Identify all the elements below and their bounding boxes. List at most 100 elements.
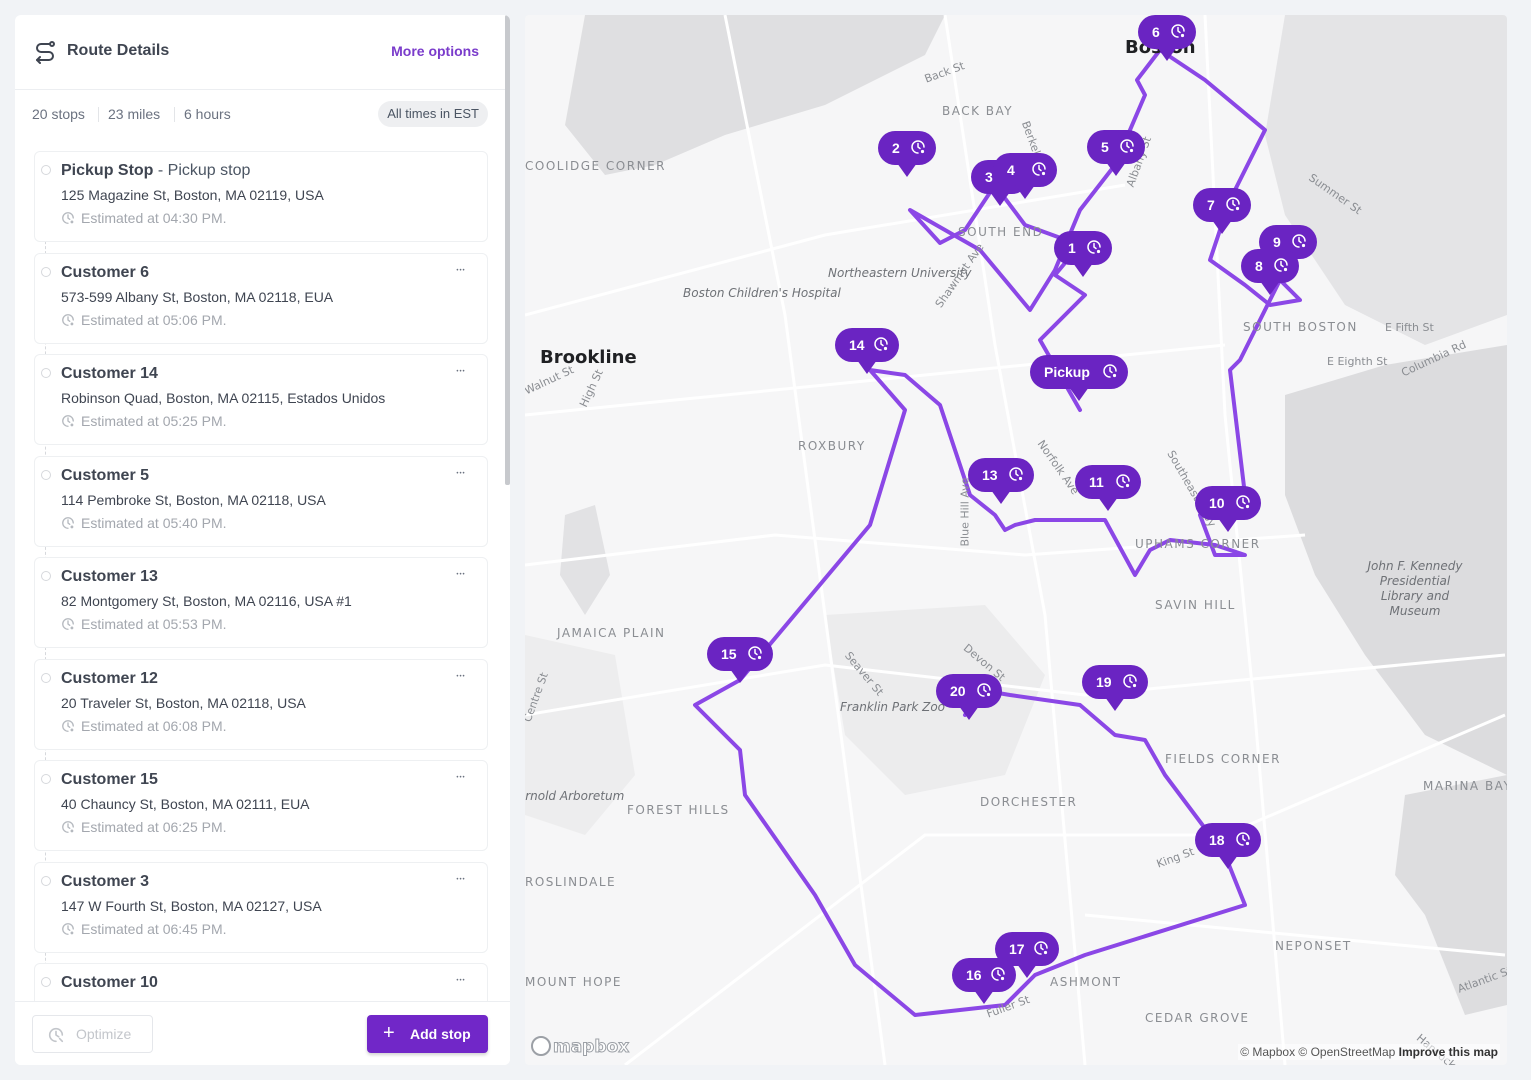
- stop-address: 114 Pembroke St, Boston, MA 02118, USA: [61, 492, 326, 508]
- stop-menu-button[interactable]: •••: [451, 873, 471, 889]
- stop-card[interactable]: Customer 10 •••: [34, 963, 488, 1003]
- panel-scrollbar[interactable]: [505, 15, 510, 485]
- duration: 6 hours: [184, 106, 231, 122]
- mapbox-logo[interactable]: mapbox: [531, 1036, 630, 1058]
- add-stop-button[interactable]: + Add stop: [367, 1015, 488, 1053]
- stop-marker[interactable]: 20: [936, 674, 1002, 720]
- marker-label: 20: [950, 683, 966, 699]
- stop-name: Customer 12: [61, 670, 158, 687]
- stop-marker[interactable]: 16: [952, 958, 1016, 1004]
- panel-footer: Optimize + Add stop: [15, 1001, 510, 1065]
- stop-menu-button[interactable]: •••: [451, 467, 471, 483]
- street-label: Blue Hill Ave: [958, 477, 972, 547]
- timezone-badge: All times in EST: [378, 101, 488, 127]
- marker-label: 8: [1255, 258, 1263, 274]
- clock-icon: [1115, 473, 1131, 489]
- clock-icon: [1086, 239, 1102, 255]
- stop-card[interactable]: Customer 12 20 Traveler St, Boston, MA 02…: [34, 659, 488, 750]
- stop-marker[interactable]: 4: [993, 153, 1057, 199]
- stop-eta: Estimated at 06:45 PM.: [61, 921, 227, 937]
- stop-name: Customer 14: [61, 365, 158, 382]
- stop-card[interactable]: Pickup Stop - Pickup stop 125 Magazine St…: [34, 151, 488, 242]
- stop-card[interactable]: Customer 6 573-599 Albany St, Boston, MA …: [34, 253, 488, 344]
- add-stop-label: Add stop: [410, 1026, 471, 1042]
- neighborhood-label: FIELDS CORNER: [1165, 752, 1281, 766]
- marker-label: 10: [1209, 495, 1225, 511]
- stop-marker[interactable]: 14: [835, 328, 899, 374]
- stop-card[interactable]: Customer 3 147 W Fourth St, Boston, MA 02…: [34, 862, 488, 953]
- route-map[interactable]: BostonBrooklineBACK BAYSOUTH ENDCOOLIDGE…: [525, 15, 1507, 1065]
- optimize-button[interactable]: Optimize: [32, 1015, 153, 1053]
- stop-marker[interactable]: 1: [1054, 231, 1112, 277]
- stop-menu-button[interactable]: •••: [451, 264, 471, 280]
- stop-marker[interactable]: 8: [1241, 249, 1299, 295]
- mapbox-logo-icon: [531, 1036, 551, 1056]
- clock-icon: [873, 336, 889, 352]
- stop-menu-button[interactable]: •••: [451, 974, 471, 990]
- clock-icon: [1235, 831, 1251, 847]
- route-icon: [36, 41, 55, 64]
- stop-marker[interactable]: 2: [878, 131, 936, 177]
- stop-card[interactable]: Customer 5 114 Pembroke St, Boston, MA 02…: [34, 456, 488, 547]
- timeline-dot: [41, 267, 51, 277]
- stop-address: 82 Montgomery St, Boston, MA 02116, USA …: [61, 593, 352, 609]
- panel-header: Route Details More options: [15, 15, 510, 90]
- clock-icon: [61, 820, 75, 834]
- stop-marker[interactable]: 10: [1195, 486, 1261, 532]
- stop-marker[interactable]: 18: [1195, 823, 1261, 869]
- stop-name: Customer 13: [61, 568, 158, 585]
- stop-eta: Estimated at 05:25 PM.: [61, 413, 227, 429]
- stop-type: - Pickup stop: [153, 162, 251, 179]
- clock-icon: [1273, 257, 1289, 273]
- marker-label: 2: [892, 140, 900, 156]
- attribution-text[interactable]: © Mapbox © OpenStreetMap: [1240, 1045, 1395, 1059]
- harbor-water: [1265, 15, 1507, 345]
- improve-map-link[interactable]: Improve this map: [1399, 1045, 1498, 1059]
- clock-icon: [1033, 940, 1049, 956]
- stop-marker[interactable]: 6: [1138, 15, 1196, 61]
- marker-label: Pickup: [1044, 364, 1090, 380]
- stop-card[interactable]: Customer 15 40 Chauncy St, Boston, MA 021…: [34, 760, 488, 851]
- stop-menu-button[interactable]: •••: [451, 670, 471, 686]
- more-options-link[interactable]: More options: [391, 43, 479, 59]
- stop-menu-button[interactable]: •••: [451, 568, 471, 584]
- stop-address: 125 Magazine St, Boston, MA 02119, USA: [61, 187, 324, 203]
- timeline-dot: [41, 470, 51, 480]
- stop-card[interactable]: Customer 13 82 Montgomery St, Boston, MA …: [34, 557, 488, 648]
- plus-icon: +: [383, 1022, 395, 1044]
- stop-name: Customer 5: [61, 467, 150, 484]
- clock-icon: [1235, 494, 1251, 510]
- stop-marker[interactable]: 19: [1082, 665, 1148, 711]
- clock-icon: [976, 682, 992, 698]
- stop-menu-button[interactable]: •••: [451, 771, 471, 787]
- city-label: Brookline: [540, 347, 637, 368]
- stop-card[interactable]: Customer 14 Robinson Quad, Boston, MA 021…: [34, 354, 488, 445]
- stop-marker[interactable]: 7: [1193, 188, 1251, 234]
- clock-icon: [61, 313, 75, 327]
- stop-marker[interactable]: 11: [1075, 465, 1141, 511]
- neighborhood-label: SAVIN HILL: [1155, 598, 1236, 612]
- stop-marker[interactable]: 15: [707, 637, 773, 683]
- neighborhood-label: NEPONSET: [1275, 939, 1352, 953]
- clock-icon: [1170, 23, 1186, 39]
- marker-label: 11: [1089, 474, 1104, 490]
- timeline-dot: [41, 876, 51, 886]
- stop-address: Robinson Quad, Boston, MA 02115, Estados…: [61, 390, 386, 406]
- poi-label: John F. Kennedy Presidential Library and…: [1367, 559, 1463, 618]
- street-label: E Fifth St: [1385, 321, 1434, 334]
- route-stats: 20 stops 23 miles 6 hours All times in E…: [32, 101, 488, 129]
- marker-label: 14: [849, 337, 865, 353]
- clock-icon: [1291, 233, 1307, 249]
- clock-icon: [61, 516, 75, 530]
- neighborhood-label: MOUNT HOPE: [525, 975, 622, 989]
- stop-marker[interactable]: Pickup: [1030, 355, 1128, 401]
- stop-marker[interactable]: 13: [968, 458, 1034, 504]
- marker-label: 7: [1207, 197, 1215, 213]
- stop-menu-button[interactable]: •••: [451, 365, 471, 381]
- clock-icon: [1008, 466, 1024, 482]
- stop-marker[interactable]: 5: [1087, 130, 1145, 176]
- neighborhood-label: MARINA BAY: [1423, 779, 1507, 793]
- timeline-dot: [41, 368, 51, 378]
- stop-eta: Estimated at 05:06 PM.: [61, 312, 227, 328]
- stop-address: 573-599 Albany St, Boston, MA 02118, EUA: [61, 289, 334, 305]
